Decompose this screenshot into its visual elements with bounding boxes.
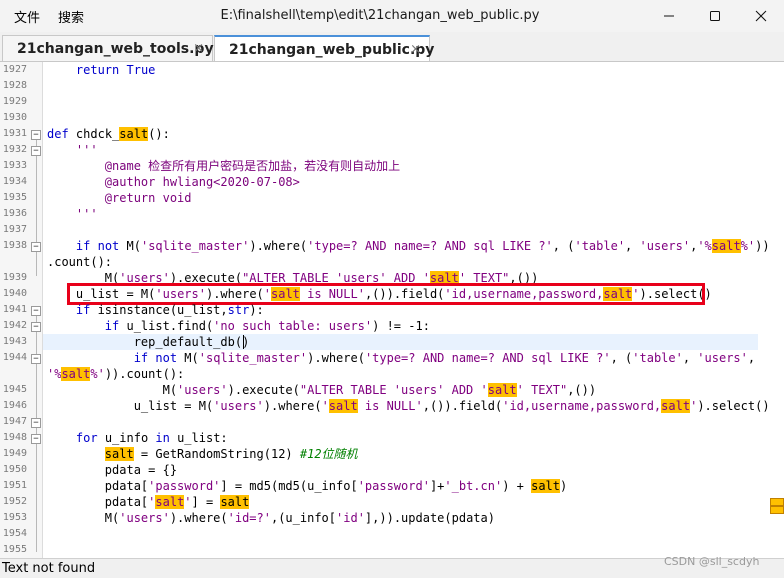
code-line-1943: rep_default_db() <box>133 335 250 349</box>
search-match: salt <box>220 495 250 509</box>
line-number-gutter: 1927 1928 1929 1930 1931 1932 1933 1934 … <box>0 62 43 558</box>
code-line-1949: salt = GetRandomString(12) #12位随机 <box>104 447 358 461</box>
maximize-button[interactable] <box>692 0 738 32</box>
line-number: 1938 <box>2 240 27 251</box>
fold-toggle-icon[interactable]: − <box>31 418 41 428</box>
maximize-icon <box>710 11 720 21</box>
line-number: 1936 <box>2 208 27 219</box>
search-match: salt <box>155 495 185 509</box>
search-match: salt <box>119 127 149 141</box>
search-match: salt <box>328 399 358 413</box>
status-text: Text not found <box>2 561 96 576</box>
tab-close-icon[interactable]: × <box>410 42 421 57</box>
code-line-1950: pdata = {} <box>104 463 178 477</box>
code-line-1934: @author hwliang<2020-07-08> <box>104 175 300 189</box>
fold-toggle-icon[interactable]: − <box>31 306 41 316</box>
search-match: salt <box>104 447 134 461</box>
line-number: 1949 <box>2 448 27 459</box>
line-number: 1951 <box>2 480 27 491</box>
search-match: salt <box>711 239 741 253</box>
code-line-1933: @name 检查所有用户密码是否加盐，若没有则自动加上 <box>104 159 401 173</box>
line-number: 1933 <box>2 160 27 171</box>
line-number: 1941 <box>2 304 27 315</box>
vertical-scrollbar[interactable] <box>768 62 784 558</box>
menu-search[interactable]: 搜索 <box>58 7 84 26</box>
line-number: 1930 <box>2 112 27 123</box>
code-line-1935: @return void <box>104 191 192 205</box>
fold-guide <box>36 312 37 552</box>
minimize-button[interactable] <box>646 0 692 32</box>
line-number: 1943 <box>2 336 27 347</box>
search-match: salt <box>661 399 691 413</box>
close-window-button[interactable] <box>738 0 784 32</box>
code-line-1948: for u_info in u_list: <box>75 431 228 445</box>
search-match: salt <box>61 367 91 381</box>
line-number: 1934 <box>2 176 27 187</box>
code-line-1953: M('users').where('id=?',(u_info['id'],))… <box>104 511 495 525</box>
code-line-1927: return True <box>75 63 156 77</box>
fold-toggle-icon[interactable]: − <box>31 322 41 332</box>
code-line-1944-wrap: '%salt%')).count(): <box>47 367 185 381</box>
line-number: 1944 <box>2 352 27 363</box>
fold-toggle-icon[interactable]: − <box>31 242 41 252</box>
tab-close-icon[interactable]: × <box>193 41 204 56</box>
line-number: 1927 <box>2 64 27 75</box>
tab-bar: 21changan_web_tools.py × 21changan_web_p… <box>0 32 784 63</box>
window-title: E:\finalshell\temp\edit\21changan_web_pu… <box>220 8 540 23</box>
search-match: salt <box>531 479 560 493</box>
line-number: 1928 <box>2 80 27 91</box>
fold-toggle-icon[interactable]: − <box>31 146 41 156</box>
code-editor[interactable]: 1927 1928 1929 1930 1931 1932 1933 1934 … <box>0 62 784 558</box>
code-line-1936: ''' <box>75 207 98 221</box>
code-line-1952: pdata['salt'] = salt <box>104 495 250 509</box>
tab-web-tools[interactable]: 21changan_web_tools.py × <box>2 35 214 62</box>
line-number: 1935 <box>2 192 27 203</box>
code-line-1932: ''' <box>75 143 98 157</box>
line-number: 1947 <box>2 416 27 427</box>
close-icon <box>755 10 767 22</box>
code-line-1945: M('users').execute("ALTER TABLE 'users' … <box>162 383 597 397</box>
line-number: 1932 <box>2 144 27 155</box>
code-line-1941: if isinstance(u_list,str): <box>75 303 264 317</box>
line-number: 1945 <box>2 384 27 395</box>
fold-guide <box>36 136 37 276</box>
code-line-1931: def chdck_salt(): <box>47 127 170 141</box>
text-cursor <box>243 335 244 349</box>
scrollbar-match-marker <box>770 506 784 514</box>
code-line-1946: u_list = M('users').where('salt is NULL'… <box>133 399 770 413</box>
line-number: 1950 <box>2 464 27 475</box>
search-match: salt <box>487 383 517 397</box>
minimize-icon <box>664 15 674 17</box>
code-line-1951: pdata['password'] = md5(md5(u_info['pass… <box>104 479 568 493</box>
fold-toggle-icon[interactable]: − <box>31 434 41 444</box>
tab-web-public[interactable]: 21changan_web_public.py × <box>214 35 434 63</box>
line-number: 1937 <box>2 224 27 235</box>
line-number: 1948 <box>2 432 27 443</box>
tab-label: 21changan_web_public.py <box>229 42 435 58</box>
line-number: 1929 <box>2 96 27 107</box>
menu-file[interactable]: 文件 <box>14 7 40 26</box>
code-line-1944: if not M('sqlite_master').where('type=? … <box>133 351 756 365</box>
watermark: CSDN @sll_scdyh <box>664 555 760 568</box>
line-number: 1952 <box>2 496 27 507</box>
line-number: 1931 <box>2 128 27 139</box>
line-number: 1953 <box>2 512 27 523</box>
line-number: 1940 <box>2 288 27 299</box>
fold-toggle-icon[interactable]: − <box>31 130 41 140</box>
line-number: 1954 <box>2 528 27 539</box>
fold-toggle-icon[interactable]: − <box>31 354 41 364</box>
line-number: 1955 <box>2 544 27 555</box>
tab-label: 21changan_web_tools.py <box>17 41 214 57</box>
title-bar: 文件 搜索 E:\finalshell\temp\edit\21changan_… <box>0 0 784 32</box>
line-number: 1942 <box>2 320 27 331</box>
line-number: 1946 <box>2 400 27 411</box>
scrollbar-match-marker <box>770 498 784 506</box>
code-line-1938-wrap: .count(): <box>47 255 113 269</box>
code-line-1942: if u_list.find('no such table: users') !… <box>104 319 430 333</box>
line-number: 1939 <box>2 272 27 283</box>
code-line-1938: if not M('sqlite_master').where('type=? … <box>75 239 770 253</box>
